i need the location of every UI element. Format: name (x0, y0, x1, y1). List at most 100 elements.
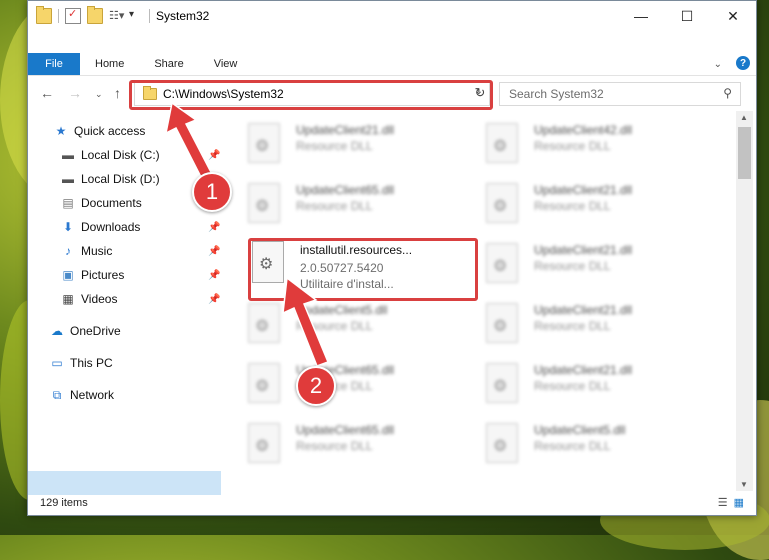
title-bar: ☷▾ ▾ System32 — ☐ ✕ (28, 1, 756, 31)
up-arrow-icon[interactable]: ↑ (114, 85, 121, 101)
sidebar-item-this-pc[interactable]: ▭ This PC (50, 352, 112, 374)
download-icon: ⬇ (62, 220, 74, 234)
network-icon: ⧉ (52, 387, 62, 402)
sidebar-item-label: Local Disk (D:) (81, 172, 160, 186)
window-title: System32 (156, 9, 210, 23)
navigation-pane: ★ Quick access ▬ Local Disk (C:) 📌 ▬ Loc… (28, 119, 223, 495)
navigation-bar: ← → ⌄ ↑ C:\Windows\System32 ⌄ ↻ Search S… (28, 80, 756, 110)
file-type: Resource DLL (534, 379, 611, 393)
file-name: UpdateClient65.dll (296, 183, 395, 197)
sidebar-item-local-disk-d[interactable]: ▬ Local Disk (D:) (61, 168, 160, 190)
list-item[interactable]: UpdateClient21.dll Resource DLL (464, 299, 694, 355)
dll-file-icon (486, 423, 518, 463)
sidebar-item-label: Downloads (81, 220, 141, 234)
properties-icon[interactable] (65, 7, 81, 24)
recent-locations-icon[interactable]: ⌄ (95, 89, 103, 100)
tab-file[interactable]: File (28, 53, 80, 75)
sidebar-item-onedrive[interactable]: ☁ OneDrive (50, 320, 121, 342)
pin-icon[interactable]: 📌 (208, 270, 220, 281)
file-type: Resource DLL (534, 259, 611, 273)
file-name: UpdateClient42.dll (534, 123, 633, 137)
sidebar-item-label: Videos (81, 292, 118, 306)
tab-home[interactable]: Home (80, 53, 139, 75)
ribbon-tabs: File Home Share View (28, 53, 756, 76)
file-name: UpdateClient21.dll (296, 123, 395, 137)
list-item[interactable]: UpdateClient42.dll Resource DLL (464, 119, 694, 175)
drive-icon: ▬ (62, 172, 74, 186)
dll-file-icon (486, 363, 518, 403)
view-options-icon[interactable]: ☷▾ (109, 9, 124, 23)
drive-icon: ▬ (62, 148, 74, 162)
pin-icon[interactable]: 📌 (208, 222, 220, 233)
divider (149, 9, 150, 23)
folder-icon[interactable] (36, 6, 52, 24)
sidebar-item-downloads[interactable]: ⬇ Downloads (61, 216, 140, 238)
pin-icon[interactable]: 📌 (208, 150, 220, 161)
details-view-icon[interactable]: ☰ (718, 496, 728, 509)
forward-arrow-icon[interactable]: → (68, 85, 82, 101)
step-marker-1: 1 (192, 172, 232, 212)
caption-buttons: — ☐ ✕ (618, 1, 756, 31)
sidebar-item-videos[interactable]: ▦ Videos (61, 288, 117, 310)
file-name: UpdateClient5.dll (296, 303, 388, 317)
scroll-down-icon[interactable]: ▼ (740, 480, 748, 489)
sidebar-item-music[interactable]: ♪ Music (61, 240, 112, 262)
documents-icon: ▤ (62, 196, 74, 210)
help-icon[interactable]: ? (736, 56, 750, 70)
search-input[interactable]: Search System32 ⚲ (499, 82, 741, 106)
sidebar-item-pictures[interactable]: ▣ Pictures (61, 264, 124, 286)
videos-icon: ▦ (62, 292, 74, 306)
dll-file-icon (248, 363, 280, 403)
scroll-thumb[interactable] (738, 127, 751, 179)
pin-icon[interactable]: 📌 (208, 294, 220, 305)
sidebar-item-label: Local Disk (C:) (81, 148, 160, 162)
file-type: Resource DLL (534, 199, 611, 213)
scroll-up-icon[interactable]: ▲ (740, 113, 748, 122)
sidebar-item-local-disk-c[interactable]: ▬ Local Disk (C:) (61, 144, 160, 166)
sidebar-item-label: Quick access (74, 124, 146, 138)
new-folder-icon[interactable] (87, 6, 103, 24)
list-item[interactable]: UpdateClient65.dll Resource DLL (226, 419, 456, 475)
sidebar-item-label: Music (81, 244, 113, 258)
file-type: Resource DLL (296, 439, 373, 453)
list-item[interactable]: UpdateClient65.dll Resource DLL (226, 359, 456, 415)
selection-highlight (28, 471, 221, 495)
list-item[interactable]: UpdateClient21.dll Resource DLL (464, 239, 694, 295)
file-name: UpdateClient21.dll (534, 303, 633, 317)
file-name: UpdateClient21.dll (534, 243, 633, 257)
pin-icon[interactable]: 📌 (208, 246, 220, 257)
star-icon: ★ (55, 124, 67, 138)
search-icon: ⚲ (723, 86, 732, 100)
search-placeholder: Search System32 (509, 87, 604, 101)
list-item[interactable]: UpdateClient21.dll Resource DLL (464, 179, 694, 235)
list-item[interactable]: UpdateClient65.dll Resource DLL (226, 179, 456, 235)
sidebar-item-documents[interactable]: ▤ Documents (61, 192, 142, 214)
dll-file-icon (248, 423, 280, 463)
tab-share[interactable]: Share (139, 53, 198, 75)
annotation-box-address (129, 80, 493, 110)
list-item[interactable]: UpdateClient21.dll Resource DLL (464, 359, 694, 415)
list-item[interactable]: UpdateClient5.dll Resource DLL (464, 419, 694, 475)
sidebar-item-label: OneDrive (70, 324, 121, 338)
tab-view[interactable]: View (199, 53, 253, 75)
file-name: UpdateClient21.dll (534, 183, 633, 197)
sidebar-item-quick-access[interactable]: ★ Quick access (54, 120, 146, 142)
vertical-scrollbar[interactable]: ▲ ▼ (736, 111, 753, 491)
maximize-button[interactable]: ☐ (664, 1, 710, 31)
dll-file-icon (486, 123, 518, 163)
list-item[interactable]: UpdateClient5.dll Resource DLL (226, 299, 456, 355)
minimize-button[interactable]: — (618, 1, 664, 31)
large-icons-view-icon[interactable]: ▦ (734, 496, 744, 509)
sidebar-item-network[interactable]: ⧉ Network (50, 384, 114, 406)
dll-file-icon (486, 303, 518, 343)
sidebar-item-label: Documents (81, 196, 142, 210)
customize-toolbar-icon[interactable]: ▾ (129, 9, 143, 23)
pictures-icon: ▣ (62, 268, 74, 282)
close-button[interactable]: ✕ (710, 1, 756, 31)
file-name: UpdateClient5.dll (534, 423, 626, 437)
back-arrow-icon[interactable]: ← (40, 85, 54, 101)
annotation-box-file (248, 238, 478, 301)
list-item[interactable]: UpdateClient21.dll Resource DLL (226, 119, 456, 175)
file-name: UpdateClient65.dll (296, 423, 395, 437)
expand-ribbon-icon[interactable]: ⌄ (714, 59, 722, 70)
